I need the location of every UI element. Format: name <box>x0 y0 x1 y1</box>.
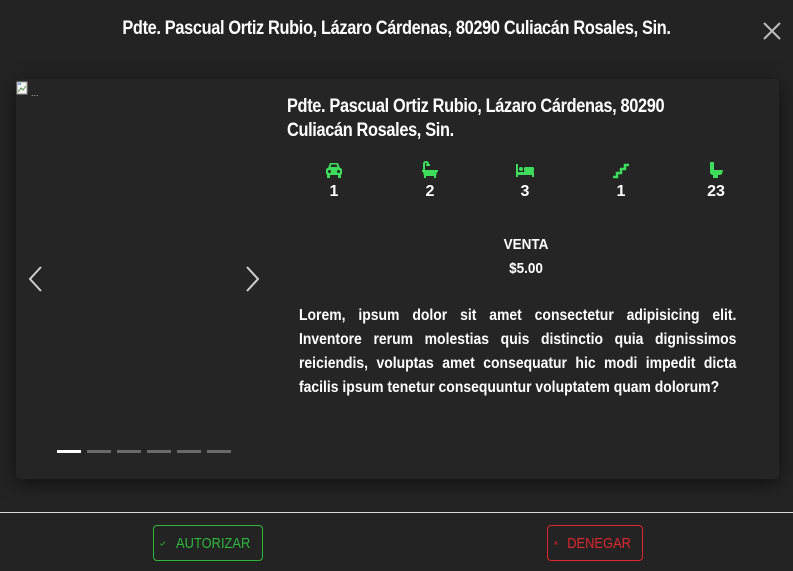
carousel-indicator[interactable] <box>87 450 111 453</box>
carousel-indicator[interactable] <box>177 450 201 453</box>
bed-icon <box>516 164 534 177</box>
property-title: Pdte. Pascual Ortiz Rubio, Lázaro Cárden… <box>287 96 665 141</box>
carousel-indicators <box>57 450 231 453</box>
sale-info: VENTA $5.00 <box>311 233 741 281</box>
chevron-right-icon[interactable] <box>242 265 262 293</box>
stairs-icon <box>613 163 629 179</box>
carousel-indicator[interactable] <box>207 450 231 453</box>
property-card: ... Pdte. Pascual Ortiz Rubio, Lázaro Cá… <box>16 79 779 479</box>
feature-toilets: 23 <box>696 161 736 201</box>
property-modal: Pdte. Pascual Ortiz Rubio, Lázaro Cárden… <box>0 0 793 571</box>
carousel-indicator[interactable] <box>117 450 141 453</box>
bedroom-count: 3 <box>520 183 530 200</box>
chevron-left-icon[interactable] <box>26 265 46 293</box>
toilet-count: 23 <box>707 183 725 200</box>
floor-count: 1 <box>616 183 626 200</box>
feature-parking: 1 <box>314 161 354 201</box>
bathroom-count: 2 <box>425 183 435 200</box>
image-carousel: ... <box>16 79 272 479</box>
carousel-indicator[interactable] <box>57 450 81 453</box>
toilet-icon <box>710 162 723 178</box>
footer-divider <box>0 512 793 513</box>
feature-floors: 1 <box>601 161 641 201</box>
feature-bathrooms: 2 <box>410 161 450 201</box>
parking-count: 1 <box>329 183 339 200</box>
deny-button[interactable]: DENEGAR <box>547 525 643 561</box>
price: $5.00 <box>509 260 543 277</box>
broken-image-icon: ... <box>16 81 39 98</box>
modal-title: Pdte. Pascual Ortiz Rubio, Lázaro Cárden… <box>122 18 671 39</box>
property-description: Lorem, ipsum dolor sit amet consectetur … <box>299 307 737 396</box>
car-icon <box>326 163 342 178</box>
x-icon <box>554 541 558 545</box>
sale-type: VENTA <box>503 236 549 253</box>
feature-bedrooms: 3 <box>505 161 545 201</box>
bathtub-icon <box>422 161 438 178</box>
deny-label: DENEGAR <box>567 534 631 552</box>
authorize-label: AUTORIZAR <box>175 534 250 552</box>
close-icon[interactable] <box>761 20 783 42</box>
authorize-button[interactable]: AUTORIZAR <box>153 525 263 561</box>
svg-text:...: ... <box>31 88 39 98</box>
property-details: Pdte. Pascual Ortiz Rubio, Lázaro Cárden… <box>287 79 767 396</box>
carousel-indicator[interactable] <box>147 450 171 453</box>
check-icon <box>160 540 166 546</box>
